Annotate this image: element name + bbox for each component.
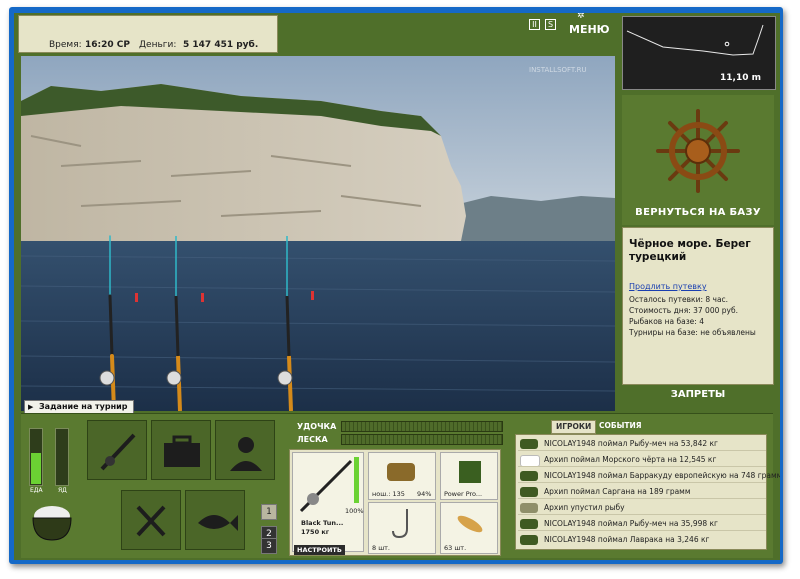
fish-icon [520, 471, 538, 481]
rod-percent: 100% [345, 507, 364, 515]
list-item: NICOLAY1948 поймал Лаврака на 3,246 кг [518, 533, 766, 547]
reel-percent: 94% [417, 490, 432, 498]
list-item: NICOLAY1948 поймал Рыбу-меч на 53,842 кг [518, 437, 766, 451]
food-gauge-fill [31, 453, 41, 484]
return-base-label: ВЕРНУТЬСЯ НА БАЗУ [635, 207, 761, 218]
scene-illustration [21, 56, 615, 411]
helm-wheel-icon [656, 109, 740, 193]
tackle-box-icon [164, 435, 200, 467]
info-line: Осталось путевки: 8 час. [629, 295, 729, 304]
events-panel: ИГРОКИ СОБЫТИЯ NICOLAY1948 поймал Рыбу-м… [509, 414, 780, 558]
time-label: Время: [49, 40, 82, 50]
watermark: INSTALLSOFT.RU [529, 66, 587, 74]
fish-icon [520, 487, 538, 497]
extend-trip-link[interactable]: Продлить путевку [629, 282, 707, 291]
tab-players[interactable]: ИГРОКИ [551, 420, 597, 434]
rod-name: Black Tun... [301, 519, 344, 527]
bait-slot[interactable]: 63 шт. [440, 502, 498, 554]
fisherman-button[interactable] [215, 420, 275, 480]
hook-icon [392, 509, 408, 539]
settings-button[interactable]: S [545, 19, 556, 30]
fish-icon [520, 439, 538, 449]
rod-slot-1[interactable]: 1 [261, 504, 277, 520]
reel-icon [387, 463, 415, 481]
catch-button[interactable] [185, 490, 245, 550]
fork-knife-icon [136, 505, 166, 537]
fish-icon [198, 515, 238, 531]
line-tension-label: ЛЕСКА [297, 435, 328, 444]
bait-count: 63 шт. [444, 544, 467, 552]
hook-slot[interactable]: 8 шт. [368, 502, 436, 554]
bottom-panel: ЕДА ЯД 1 2 3 УДОЧКА ЛЕСКА 100% Black Tun… [21, 413, 780, 558]
pause-button[interactable]: II [529, 19, 540, 30]
fish-icon [520, 503, 538, 513]
location-title: Чёрное море. Берег турецкий [629, 238, 751, 263]
menu-button[interactable]: МЕНЮ [569, 23, 610, 36]
rod-slot-3[interactable]: 3 [261, 538, 277, 554]
rod-weight: 1750 кг [301, 528, 330, 536]
list-item: NICOLAY1948 поймал Барракуду европейскую… [518, 469, 780, 483]
reel-slot[interactable]: нош.: 135 94% [368, 452, 436, 500]
depth-value: 11,10 m [720, 73, 761, 83]
fishing-scene[interactable]: INSTALLSOFT.RU [21, 56, 615, 411]
rod-tension-bar [341, 421, 503, 432]
tackle-panel: 100% Black Tun... 1750 кг НАСТРОИТЬ нош.… [289, 449, 501, 556]
hook-count: 8 шт. [372, 544, 391, 552]
tournament-task-label: Задание на турнир [39, 402, 128, 411]
lure-icon [457, 515, 483, 533]
rod-tension-label: УДОЧКА [297, 422, 337, 431]
list-item: NICOLAY1948 поймал Рыбу-меч на 35,998 кг [518, 517, 766, 531]
list-item: Архип поймал Саргана на 189 грамм [518, 485, 766, 499]
event-list: NICOLAY1948 поймал Рыбу-меч на 53,842 кг… [515, 434, 780, 550]
reel-load: нош.: 135 [372, 490, 405, 498]
return-base-button[interactable]: ВЕРНУТЬСЯ НА БАЗУ [622, 95, 774, 225]
info-line: Рыбаков на базе: 4 [629, 317, 704, 326]
fish-icon [520, 535, 538, 545]
poison-label: ЯД [58, 487, 67, 494]
location-info: Чёрное море. Берег турецкий Продлить пут… [622, 227, 774, 385]
fishing-rod-icon [100, 433, 136, 471]
game-area: Время: 16:20 СР Деньги: 5 147 451 руб. I… [14, 13, 780, 560]
tackle-box-button[interactable] [151, 420, 211, 480]
money-value: 5 147 451 руб. [183, 40, 259, 50]
fisherman-icon [230, 437, 262, 471]
list-item: Архип поймал Морского чёрта на 12,545 кг [518, 453, 766, 467]
info-line: Стоимость дня: 37 000 руб. [629, 306, 738, 315]
bans-button[interactable]: ЗАПРЕТЫ [622, 389, 774, 400]
food-button[interactable] [121, 490, 181, 550]
info-line: Турниры на базе: не объявлены [629, 328, 756, 337]
line-name: Power Pro... [444, 490, 483, 498]
rods-button[interactable] [87, 420, 147, 480]
food-gauge [29, 428, 43, 486]
rod-slot[interactable]: 100% Black Tun... 1750 кг [292, 452, 364, 552]
money-label: Деньги: [139, 40, 177, 50]
time-value: 16:20 СР [85, 40, 130, 50]
fish-icon [520, 519, 538, 529]
list-item: Архип упустил рыбу [518, 501, 766, 515]
setup-button[interactable]: НАСТРОИТЬ [294, 545, 345, 555]
menu-wheel-icon: ✲ [577, 13, 585, 21]
food-pot-icon[interactable] [25, 496, 79, 546]
depth-panel: 11,10 m [622, 16, 776, 90]
arrow-icon: ▶ [28, 403, 34, 411]
status-panel: Время: 16:20 СР Деньги: 5 147 451 руб. [18, 15, 278, 53]
food-label: ЕДА [30, 487, 43, 494]
top-controls: II S ✲ МЕНЮ [529, 13, 610, 37]
tournament-task-button[interactable]: ▶ Задание на турнир [24, 400, 135, 414]
line-spool-icon [459, 461, 481, 483]
poison-gauge [55, 428, 69, 486]
tab-events[interactable]: СОБЫТИЯ [595, 420, 646, 432]
line-tension-bar [341, 434, 503, 445]
line-slot[interactable]: Power Pro... [440, 452, 498, 500]
